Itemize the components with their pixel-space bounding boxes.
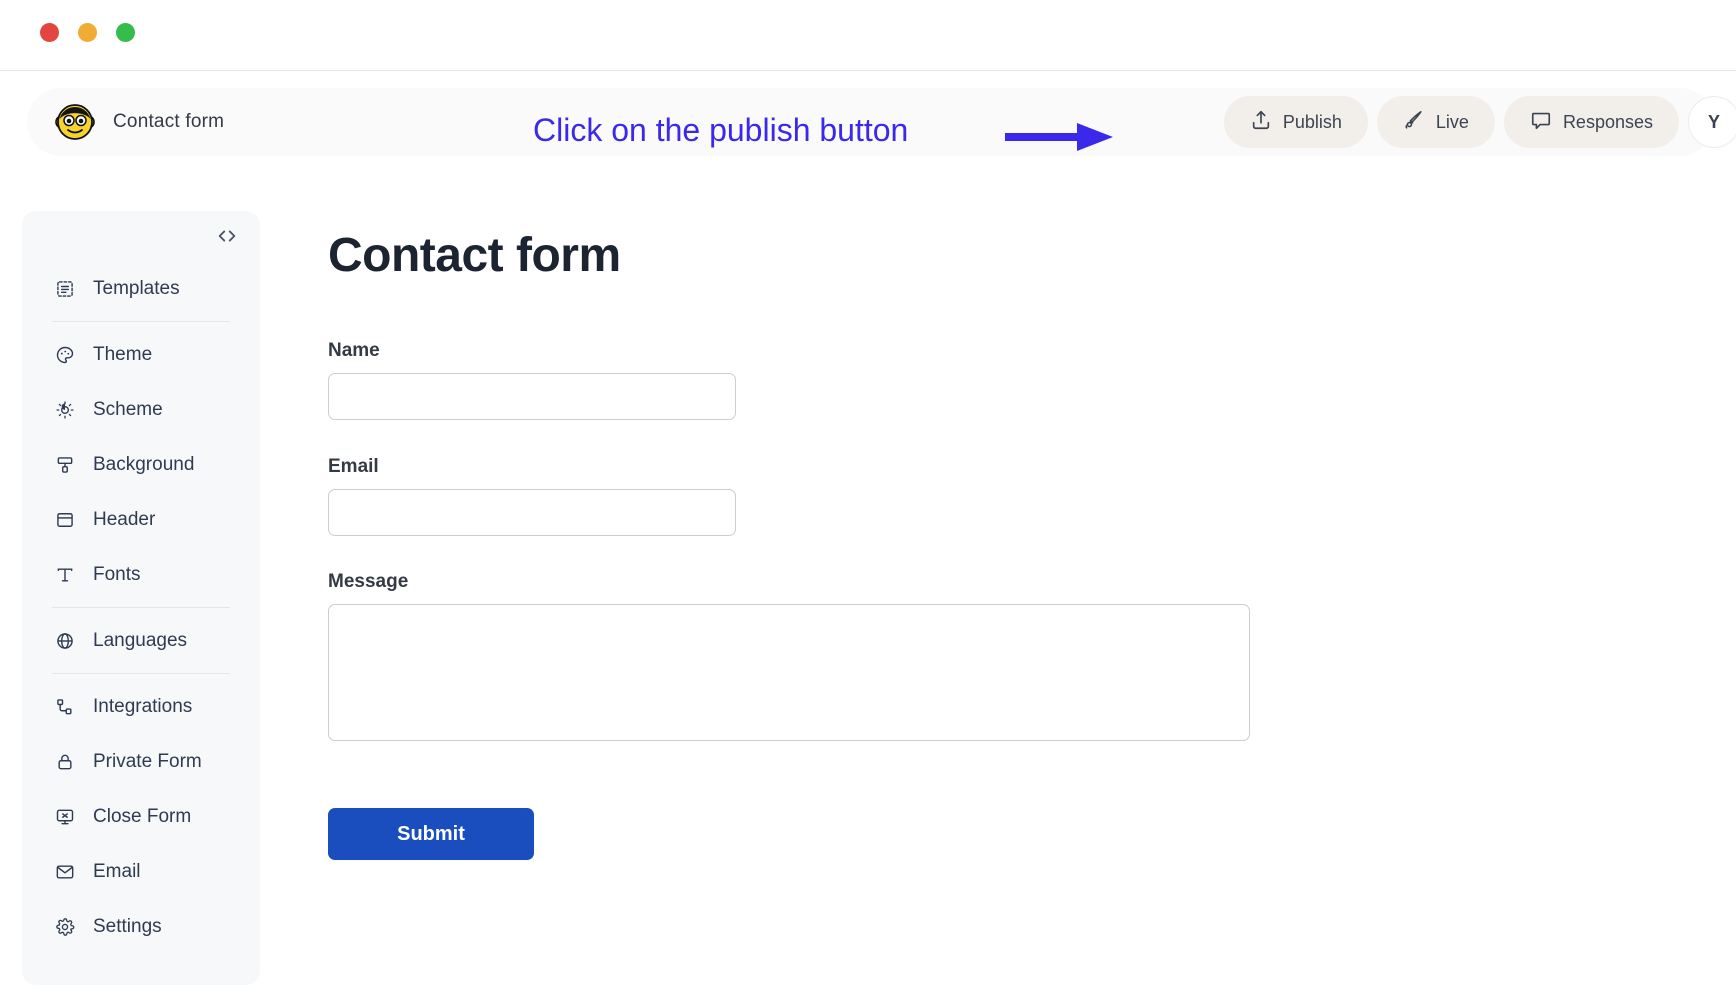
minimize-window-button[interactable] — [78, 23, 97, 42]
sidebar-item-templates[interactable]: Templates — [22, 261, 260, 316]
sidebar-item-label: Languages — [93, 629, 188, 651]
traffic-lights — [40, 23, 135, 42]
templates-icon — [54, 278, 76, 300]
monitor-x-icon — [54, 806, 76, 828]
avatar-initial: Y — [1707, 111, 1720, 132]
close-window-button[interactable] — [40, 23, 59, 42]
sidebar-item-close-form[interactable]: Close Form — [22, 789, 260, 844]
layout-header-icon — [54, 509, 76, 531]
globe-icon — [54, 630, 76, 652]
field-label: Email — [328, 456, 379, 477]
sidebar-item-background[interactable]: Background — [22, 437, 260, 492]
sidebar-item-label: Email — [93, 860, 141, 882]
user-avatar[interactable]: Y — [1688, 96, 1736, 148]
chat-bubble-icon — [1530, 109, 1552, 136]
sidebar-item-header[interactable]: Header — [22, 492, 260, 547]
page-title: Contact form — [328, 229, 621, 282]
field-message: Message — [328, 571, 1250, 746]
monkey-face-icon — [55, 102, 95, 142]
sidebar-item-label: Settings — [93, 915, 162, 937]
sidebar-item-integrations[interactable]: Integrations — [22, 679, 260, 734]
submit-button[interactable]: Submit — [328, 808, 534, 860]
sidebar-item-label: Theme — [93, 343, 153, 365]
palette-icon — [54, 344, 76, 366]
message-textarea[interactable] — [328, 604, 1250, 741]
sidebar-item-label: Background — [93, 453, 195, 475]
sidebar-item-languages[interactable]: Languages — [22, 613, 260, 668]
sun-contrast-icon — [54, 399, 76, 421]
sidebar-item-settings[interactable]: Settings — [22, 899, 260, 954]
publish-button[interactable]: Publish — [1223, 96, 1368, 148]
field-email: Email — [328, 456, 736, 536]
field-name: Name — [328, 340, 736, 420]
live-button-label: Live — [1435, 111, 1469, 132]
sidebar-item-label: Private Form — [93, 750, 202, 772]
sidebar-item-theme[interactable]: Theme — [22, 327, 260, 382]
code-brackets-icon[interactable] — [214, 223, 240, 249]
live-button[interactable]: Live — [1376, 96, 1495, 148]
lock-icon — [54, 751, 76, 773]
sidebar-item-label: Templates — [93, 277, 180, 299]
gear-icon — [54, 916, 76, 938]
sidebar-item-label: Scheme — [93, 398, 163, 420]
publish-button-label: Publish — [1282, 111, 1342, 132]
sidebar-nav-list: Templates Theme Scheme Background Header… — [22, 261, 260, 954]
sidebar-item-email[interactable]: Email — [22, 844, 260, 899]
form-name-label: Contact form — [113, 111, 225, 132]
plug-nodes-icon — [54, 696, 76, 718]
text-type-icon — [54, 564, 76, 586]
name-input[interactable] — [328, 373, 736, 420]
sidebar-item-fonts[interactable]: Fonts — [22, 547, 260, 602]
sidebar-item-label: Fonts — [93, 563, 141, 585]
sidebar-divider — [52, 607, 230, 608]
envelope-icon — [54, 861, 76, 883]
window-titlebar — [0, 0, 1736, 71]
sidebar-item-private-form[interactable]: Private Form — [22, 734, 260, 789]
email-input[interactable] — [328, 489, 736, 536]
sidebar-divider — [52, 321, 230, 322]
sidebar-divider — [52, 673, 230, 674]
editor-sidebar: Templates Theme Scheme Background Header… — [22, 211, 260, 985]
brand-area: Contact form — [55, 102, 224, 142]
responses-button-label: Responses — [1562, 111, 1653, 132]
sidebar-item-label: Close Form — [93, 805, 192, 827]
field-label: Name — [328, 340, 380, 361]
form-preview-canvas: Contact form Name Email Message Submit — [280, 180, 1736, 996]
responses-button[interactable]: Responses — [1503, 96, 1679, 148]
field-label: Message — [328, 571, 409, 592]
paint-roller-icon — [54, 454, 76, 476]
rocket-icon — [1403, 109, 1425, 136]
sidebar-item-scheme[interactable]: Scheme — [22, 382, 260, 437]
sidebar-item-label: Header — [93, 508, 156, 530]
header-actions: Publish Live Responses Y — [1223, 96, 1736, 148]
upload-icon — [1250, 109, 1272, 136]
sidebar-item-label: Integrations — [93, 695, 193, 717]
zoom-window-button[interactable] — [116, 23, 135, 42]
app-header-bar: Contact form Publish Live Responses Y — [27, 88, 1736, 156]
